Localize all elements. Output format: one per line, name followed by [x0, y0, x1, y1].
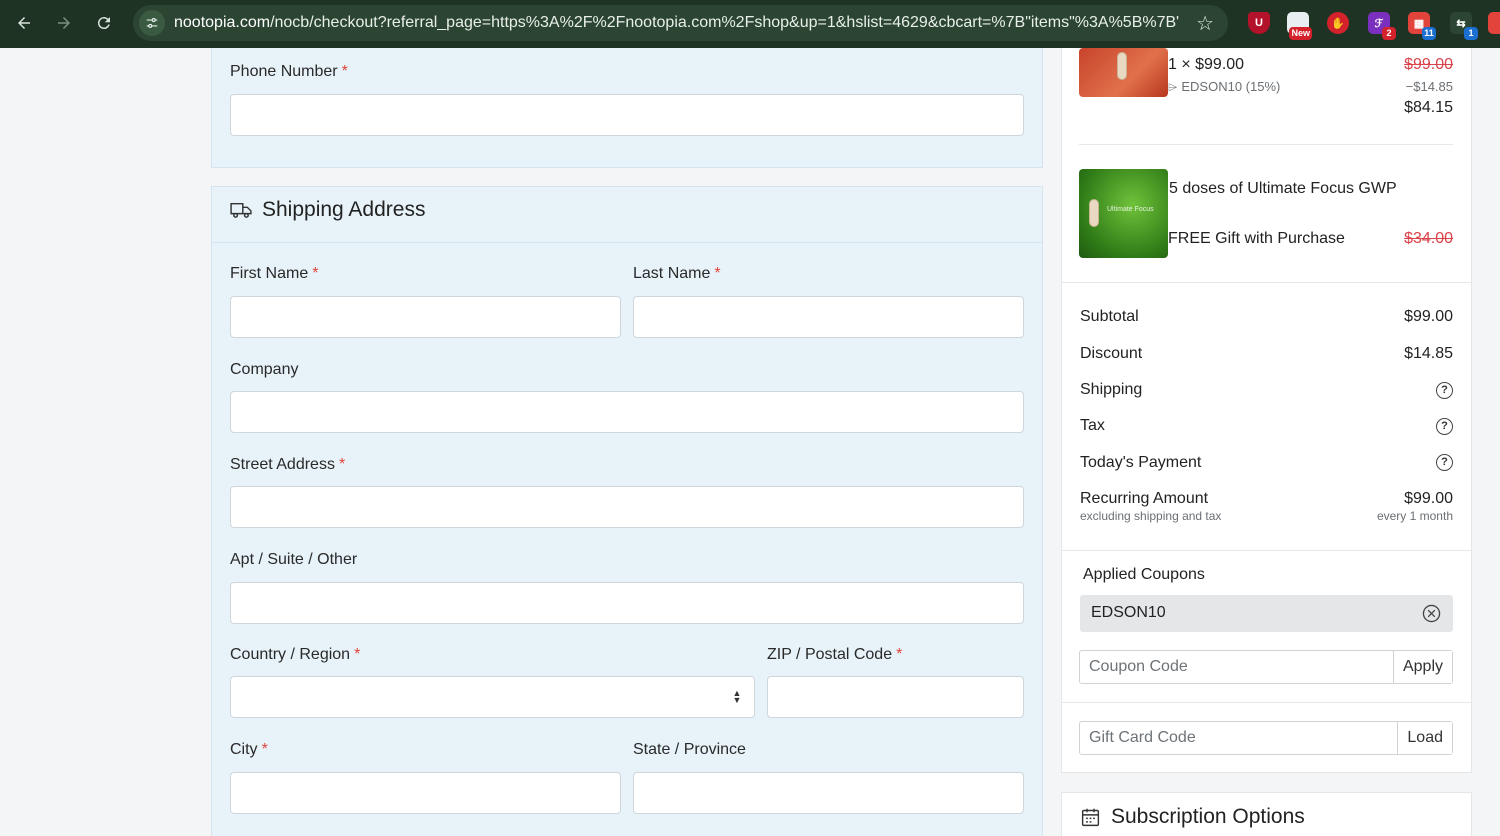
load-gift-card-button[interactable]: Load: [1397, 722, 1452, 754]
item1-qty-price: 1 × $99.00: [1168, 56, 1245, 73]
applied-coupon-chip: EDSON10: [1080, 595, 1453, 632]
city-label: City *: [230, 741, 268, 758]
company-label: Company: [230, 361, 299, 378]
coupon-code-input[interactable]: Coupon Code Apply: [1079, 650, 1453, 684]
tab-manager-badge: 11: [1422, 27, 1436, 40]
first-name-label: First Name *: [230, 265, 319, 282]
capsule-image: [1089, 199, 1099, 227]
gift-thumb-label: Ultimate Focus: [1107, 206, 1154, 213]
purple-badge: 2: [1382, 27, 1396, 40]
applied-coupon-code: EDSON10: [1091, 604, 1166, 621]
remove-coupon-icon[interactable]: [1422, 604, 1441, 623]
url-host: nootopia.com: [174, 14, 271, 31]
tab-manager-icon[interactable]: ▦ 11: [1408, 12, 1436, 40]
apt-input[interactable]: [230, 582, 1024, 624]
new-extension-icon[interactable]: New: [1287, 12, 1312, 40]
company-input[interactable]: [230, 391, 1024, 433]
item2-original-price: $34.00: [1404, 230, 1453, 247]
select-arrows-icon: ▲ ▼: [732, 688, 742, 705]
subtotal-value: $99.00: [1404, 308, 1453, 325]
purple-extension-icon[interactable]: ℱ 2: [1368, 12, 1396, 40]
partial-extension-icon[interactable]: [1488, 12, 1500, 34]
product-thumbnail: [1079, 48, 1168, 97]
item2-name: 5 doses of Ultimate Focus GWP: [1169, 180, 1397, 197]
item-divider: [1079, 144, 1453, 145]
gift-thumbnail: Ultimate Focus: [1079, 169, 1168, 258]
street-address-input[interactable]: [230, 486, 1024, 528]
recurring-frequency: every 1 month: [1376, 509, 1453, 523]
subscription-title: Subscription Options: [1111, 805, 1305, 828]
stop-hand-icon[interactable]: ✋: [1327, 12, 1349, 34]
capsule-image: [1117, 52, 1127, 80]
browser-toolbar: nootopia.com/nocb/checkout?referral_page…: [0, 0, 1500, 48]
arrow-left-icon: [18, 17, 30, 29]
zip-label: ZIP / Postal Code *: [767, 646, 903, 663]
shipping-head-divider: [212, 242, 1042, 243]
reload-button[interactable]: [84, 3, 124, 43]
subscription-options-card: Subscription Options: [1061, 792, 1472, 836]
apply-coupon-button[interactable]: Apply: [1392, 651, 1452, 683]
item1-final-price: $84.15: [1404, 99, 1453, 116]
tag-icon: ⌲: [1168, 80, 1178, 94]
coupon-placeholder: Coupon Code: [1089, 658, 1188, 675]
item1-original-price: $99.00: [1404, 56, 1453, 73]
apt-label: Apt / Suite / Other: [230, 551, 358, 568]
bookmark-star-icon[interactable]: ☆: [1196, 11, 1214, 36]
calendar-icon: [1081, 808, 1100, 826]
recurring-value: $99.00: [1404, 490, 1453, 507]
phone-label: Phone Number *: [230, 63, 348, 80]
new-badge: New: [1289, 27, 1312, 40]
gift-card-input[interactable]: Gift Card Code Load: [1079, 721, 1453, 755]
address-bar[interactable]: nootopia.com/nocb/checkout?referral_page…: [133, 5, 1228, 41]
totals-divider: [1062, 550, 1471, 551]
items-bottom-divider: [1062, 282, 1471, 283]
country-select[interactable]: ▲ ▼: [230, 676, 755, 718]
ublock-icon[interactable]: U: [1248, 12, 1270, 34]
first-name-input[interactable]: [230, 296, 621, 338]
country-label: Country / Region *: [230, 646, 361, 663]
street-address-label: Street Address *: [230, 456, 346, 473]
state-label: State / Province: [633, 741, 746, 758]
tax-help-icon[interactable]: ?: [1436, 418, 1453, 435]
url-path: /nocb/checkout?referral_page=https%3A%2F…: [270, 14, 1179, 31]
arrow-right-icon: [58, 17, 70, 29]
back-button[interactable]: [4, 3, 44, 43]
url-text: nootopia.com/nocb/checkout?referral_page…: [174, 14, 1179, 32]
todays-payment-help-icon[interactable]: ?: [1436, 454, 1453, 471]
coupon-divider: [1062, 702, 1471, 703]
last-name-label: Last Name *: [633, 265, 721, 282]
blue-badge: 1: [1464, 27, 1478, 40]
applied-coupons-title: Applied Coupons: [1083, 566, 1205, 583]
reload-icon: [97, 17, 110, 30]
last-name-input[interactable]: [633, 296, 1024, 338]
item2-subtitle: FREE Gift with Purchase: [1168, 230, 1345, 247]
zip-input[interactable]: [767, 676, 1024, 718]
forward-button[interactable]: [44, 3, 84, 43]
shipping-title-text: Shipping Address: [262, 198, 426, 221]
item1-coupon-line: ⌲ EDSON10 (15%): [1168, 79, 1281, 94]
discount-value: $14.85: [1404, 345, 1453, 362]
shipping-help-icon[interactable]: ?: [1436, 382, 1453, 399]
shipping-title: Shipping Address: [230, 198, 425, 222]
truck-icon: [230, 202, 252, 218]
item1-discount: −$14.85: [1405, 79, 1453, 94]
checkout-page: Phone Number * Shipping Address First Nam…: [0, 48, 1500, 836]
tax-label: Tax: [1080, 417, 1105, 434]
recurring-label: Recurring Amount: [1080, 490, 1209, 507]
state-input[interactable]: [633, 772, 1024, 814]
discount-label: Discount: [1080, 345, 1143, 362]
todays-payment-label: Today's Payment: [1080, 454, 1202, 471]
gift-card-placeholder: Gift Card Code: [1089, 729, 1196, 746]
recurring-note: excluding shipping and tax: [1080, 509, 1222, 523]
phone-input[interactable]: [230, 94, 1024, 136]
city-input[interactable]: [230, 772, 621, 814]
shipping-total-label: Shipping: [1080, 381, 1143, 398]
site-info-icon[interactable]: [139, 10, 165, 36]
blue-extension-icon[interactable]: ⇆ 1: [1450, 12, 1478, 40]
subtotal-label: Subtotal: [1080, 308, 1139, 325]
